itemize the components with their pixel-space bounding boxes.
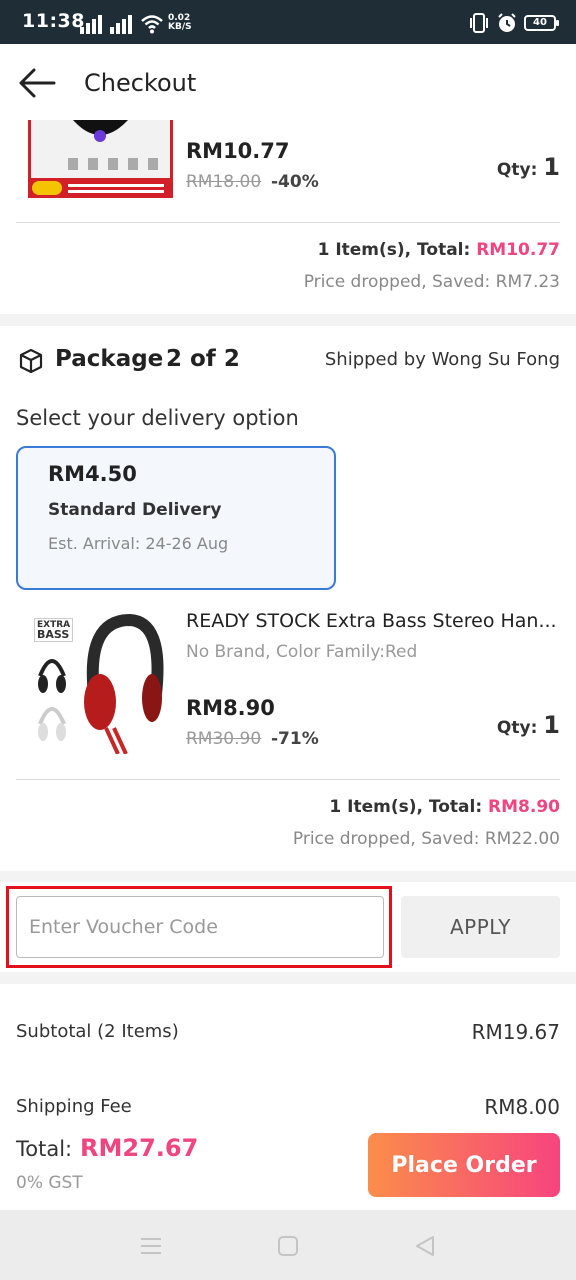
original-price: RM30.90 (186, 729, 262, 749)
arrow-left-icon[interactable] (18, 66, 58, 100)
quantity: Qty: 1 (497, 153, 560, 181)
saved-text: Price dropped, Saved: RM7.23 (303, 272, 560, 292)
signal-icon (80, 15, 102, 34)
box-icon (19, 348, 43, 374)
original-price: RM18.00 (186, 172, 262, 192)
page-title: Checkout (84, 69, 197, 97)
total-label: Total: (16, 1137, 73, 1161)
delivery-name: Standard Delivery (48, 500, 222, 520)
qty-value: 1 (543, 711, 560, 739)
package-title: Package (55, 346, 164, 372)
product-price: RM8.90 (186, 696, 275, 720)
package-total: 1 Item(s), Total: RM10.77 (318, 240, 560, 260)
battery-icon: 40 (524, 12, 560, 34)
delivery-option-standard[interactable]: RM4.50 Standard Delivery Est. Arrival: 2… (16, 446, 336, 590)
product-thumbnail[interactable]: EXTRA BASS (28, 614, 173, 754)
gst-label: 0% GST (16, 1173, 83, 1193)
signal-icon (110, 15, 132, 34)
vibrate-icon (470, 13, 488, 33)
total-amount: RM27.67 (80, 1134, 199, 1162)
battery-level: 40 (533, 17, 547, 28)
product-variant: No Brand, Color Family:Red (186, 642, 418, 662)
qty-label: Qty: (496, 718, 538, 738)
place-order-button[interactable]: Place Order (368, 1133, 560, 1197)
total-prefix: 1 Item(s), Total: (329, 797, 483, 817)
product-name[interactable]: READY STOCK Extra Bass Stereo Han... (186, 610, 560, 632)
alarm-icon (498, 13, 516, 32)
wifi-icon (141, 15, 163, 34)
package-total: 1 Item(s), Total: RM8.90 (329, 797, 560, 817)
product-price: RM10.77 (186, 139, 290, 163)
saved-text: Price dropped, Saved: RM22.00 (292, 829, 560, 849)
total-value: RM8.90 (488, 797, 560, 817)
network-speed: 0.02 KB/S (168, 14, 192, 32)
delivery-heading: Select your delivery option (16, 406, 299, 430)
home-icon[interactable] (275, 1234, 301, 1258)
apply-voucher-button[interactable]: APPLY (401, 896, 560, 958)
divider (16, 222, 560, 223)
qty-value: 1 (543, 153, 560, 181)
product-thumbnail[interactable] (28, 120, 173, 198)
net-speed-unit: KB/S (168, 22, 192, 32)
total-prefix: 1 Item(s), Total: (317, 240, 471, 260)
headphones-image (38, 614, 164, 754)
shipping-fee-value: RM8.00 (484, 1095, 560, 1119)
shipped-by: Shipped by Wong Su Fong (324, 349, 560, 370)
package-count: 2 of 2 (166, 346, 240, 372)
delivery-eta: Est. Arrival: 24-26 Aug (48, 534, 229, 553)
shipping-fee-label: Shipping Fee (16, 1096, 132, 1117)
voucher-section: APPLY (0, 882, 576, 972)
delivery-price: RM4.50 (48, 462, 137, 486)
divider (16, 779, 560, 780)
menu-icon[interactable] (138, 1234, 164, 1258)
status-bar: 11:38 0.02 KB/S 40 (0, 0, 576, 44)
subtotal-label: Subtotal (2 Items) (16, 1021, 179, 1042)
discount-badge: -40% (271, 172, 319, 192)
total-value: RM10.77 (476, 240, 560, 260)
quantity: Qty: 1 (497, 711, 560, 739)
discount-badge: -71% (271, 729, 319, 749)
app-header: Checkout (0, 44, 576, 120)
system-nav-bar (0, 1210, 576, 1280)
qty-label: Qty: (496, 160, 538, 180)
package-1-card: RM10.77 RM18.00 -40% Qty: 1 1 Item(s), T… (0, 120, 576, 314)
package-2-card: Package 2 of 2 Shipped by Wong Su Fong S… (0, 326, 576, 871)
status-time: 11:38 (22, 10, 85, 32)
voucher-code-input[interactable] (16, 896, 384, 958)
back-triangle-icon[interactable] (412, 1234, 438, 1258)
subtotal-value: RM19.67 (471, 1020, 560, 1044)
